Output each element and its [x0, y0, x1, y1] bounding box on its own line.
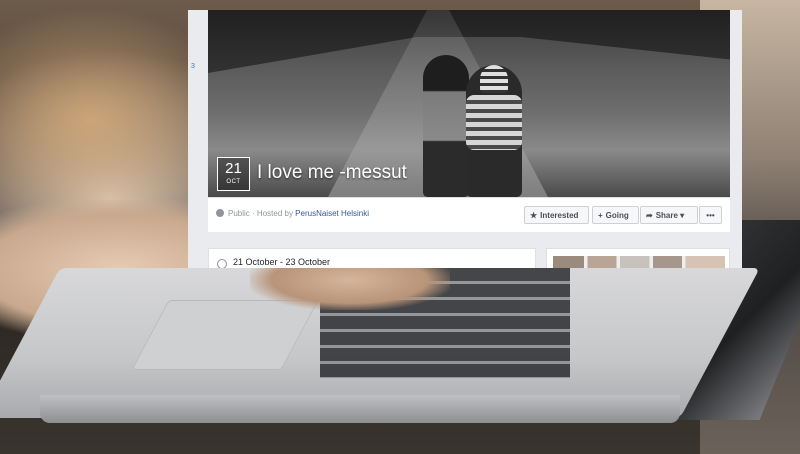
privacy-label: Public [228, 209, 250, 218]
host-link[interactable]: PerusNaiset Helsinki [295, 209, 369, 218]
going-button[interactable]: + Going [592, 206, 639, 224]
star-icon: ★ [530, 211, 538, 220]
event-meta: Public · Hosted by PerusNaiset Helsinki [216, 209, 369, 218]
going-label: Going [605, 211, 629, 220]
share-button[interactable]: ➦ Share ▾ [640, 206, 698, 224]
clock-icon [217, 259, 227, 268]
cover-child-hat [480, 65, 508, 93]
event-cover-photo: 21 OCT I love me -messut [208, 10, 730, 197]
event-details-card: 21 October - 23 October [208, 248, 536, 268]
page-marker: 3 [191, 63, 195, 70]
interested-button[interactable]: ★ Interested [524, 206, 589, 224]
plus-icon: + [598, 211, 603, 220]
event-title: I love me -messut [257, 162, 407, 183]
share-label: Share [655, 211, 678, 220]
share-arrow-icon: ➦ [646, 211, 653, 220]
interested-label: Interested [540, 211, 579, 220]
photo-thumbnails[interactable] [553, 256, 725, 268]
event-date-range: 21 October - 23 October [233, 257, 331, 267]
event-photos-card [546, 248, 730, 268]
more-options-button[interactable]: ••• [699, 206, 722, 224]
laptop-front-edge [40, 395, 680, 423]
event-date-day: 21 [225, 160, 242, 177]
facebook-event-panel: 21 OCT I love me -messut Public · Hosted… [188, 10, 742, 268]
cover-child-sweater [466, 95, 522, 150]
event-date-month: OCT [226, 179, 241, 185]
cover-child-left [423, 55, 469, 197]
hosted-by-label: · Hosted by [252, 209, 293, 218]
globe-icon [216, 209, 224, 217]
event-info-bar: Public · Hosted by PerusNaiset Helsinki … [208, 197, 730, 232]
chevron-down-icon: ▾ [677, 211, 685, 220]
event-date-badge: 21 OCT [217, 157, 250, 191]
